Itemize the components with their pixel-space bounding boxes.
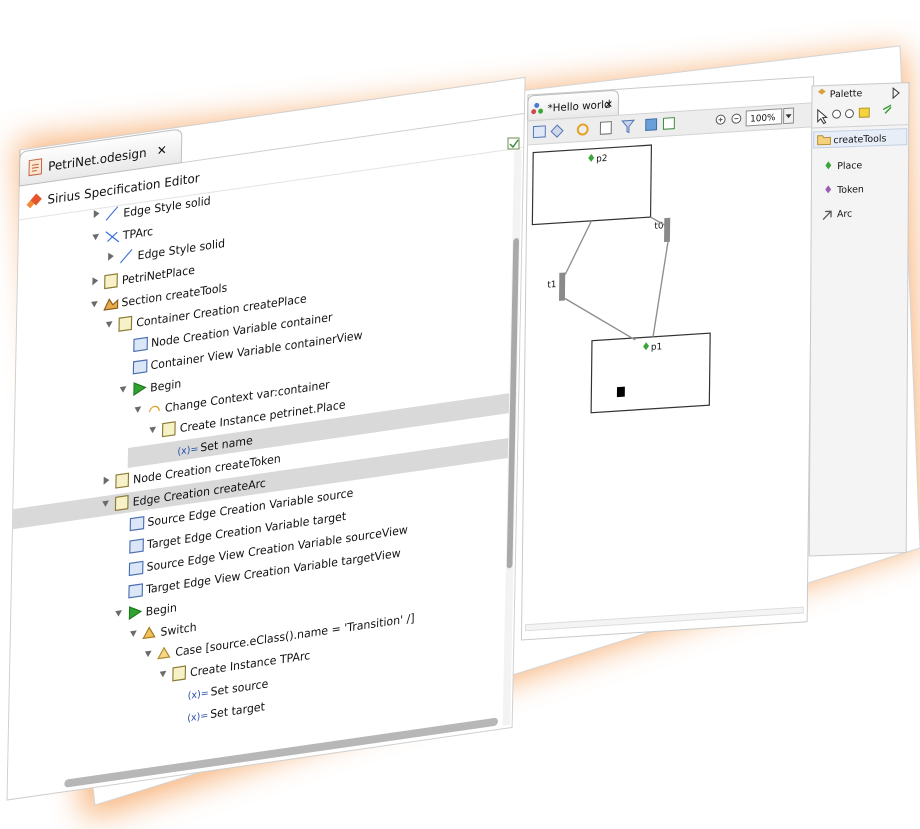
palette-frame [808, 82, 910, 557]
zoom-combo[interactable]: 100% [745, 107, 795, 127]
palette-zoom-out-icon[interactable] [844, 109, 854, 119]
place-node-p2[interactable]: p2 [531, 144, 653, 226]
copy-format-icon[interactable] [662, 117, 675, 130]
container-mapping-icon [104, 273, 118, 290]
palette-tool-label: Place [837, 160, 862, 172]
specification-editor: PetriNet.odesign ✕ Sirius Specification … [6, 76, 526, 801]
eclipse-window: PetriNet.odesign ✕ Sirius Specification … [6, 45, 920, 806]
variable-icon [129, 538, 144, 554]
zoom-value: 100% [750, 113, 775, 125]
node-label: p2 [596, 154, 607, 165]
palette-group-createtools[interactable]: createTools [813, 128, 908, 149]
create-instance-icon [172, 665, 187, 682]
create-instance-icon [161, 421, 176, 438]
tab-close-icon[interactable]: ✕ [157, 143, 167, 159]
palette-zoom-in-icon[interactable] [832, 109, 842, 119]
variable-icon [129, 516, 145, 532]
select-icon[interactable] [599, 121, 612, 135]
palette-panel: Palette createTools Place Token Arc [808, 82, 910, 557]
place-node-p1[interactable]: p1 [590, 332, 711, 414]
diagram-tab-close-icon[interactable]: ✕ [605, 100, 613, 112]
container-creation-icon [118, 315, 133, 332]
token-node[interactable] [616, 386, 625, 398]
zoom-out-icon[interactable] [731, 113, 742, 124]
edge-creation-icon [114, 494, 129, 512]
palette-tool-label: Arc [837, 209, 852, 221]
node-label: t1 [547, 280, 556, 291]
palette-tool-label: Token [836, 184, 864, 196]
palette-title: Palette [830, 88, 863, 100]
validate-icon[interactable] [507, 137, 520, 150]
node-creation-icon [115, 472, 130, 489]
odesign-file-icon [28, 158, 43, 177]
screenshot-scene: PetriNet.odesign ✕ Sirius Specification … [0, 0, 920, 829]
variable-icon [128, 583, 144, 599]
arrange-all-icon[interactable] [532, 125, 546, 139]
variable-icon [132, 359, 148, 375]
node-label: p1 [651, 342, 662, 353]
variable-icon [133, 336, 148, 353]
note-tool-icon[interactable] [858, 107, 870, 118]
zoom-in-icon[interactable] [715, 114, 726, 125]
export-image-icon[interactable] [645, 118, 658, 131]
variable-icon [128, 560, 144, 577]
palette-group-label: createTools [833, 133, 886, 146]
diagram-editor: *Hello world ✕ 100% p2 p1 t1 t0 [520, 76, 815, 641]
